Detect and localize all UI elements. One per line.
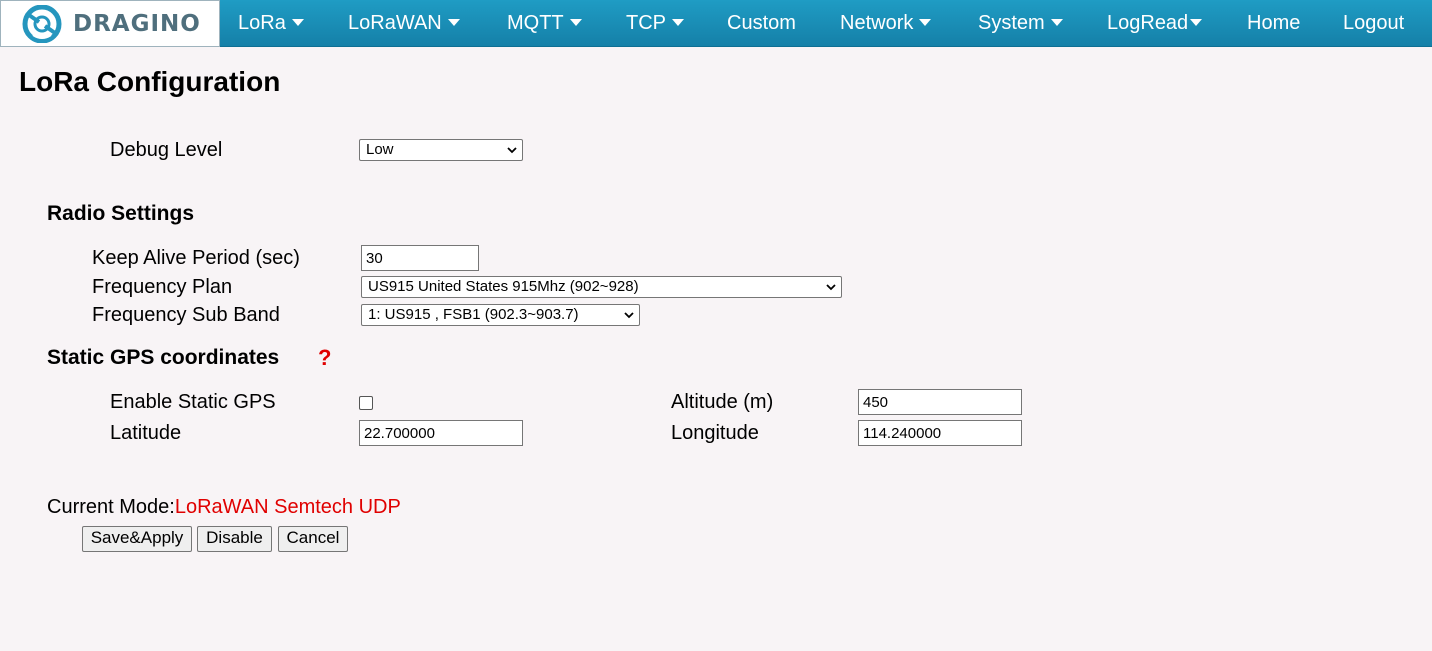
nav-lorawan-label: LoRaWAN xyxy=(348,12,442,34)
nav-system-label: System xyxy=(978,12,1045,34)
nav-mqtt[interactable]: MQTT xyxy=(507,0,582,47)
caret-down-icon xyxy=(1190,19,1203,26)
sub-band-select[interactable]: 1: US915 , FSB1 (902.3~903.7) xyxy=(361,304,640,326)
chevron-down-icon xyxy=(624,312,634,319)
nav-system[interactable]: System xyxy=(978,0,1063,47)
nav-tcp-label: TCP xyxy=(626,12,666,34)
save-apply-button[interactable]: Save&Apply xyxy=(82,526,192,552)
logo-text: DRAGINO xyxy=(73,11,201,37)
enable-static-gps-checkbox[interactable] xyxy=(359,396,373,410)
nav-network-label: Network xyxy=(840,12,914,34)
latitude-label: Latitude xyxy=(110,422,182,444)
current-mode-value: LoRaWAN Semtech UDP xyxy=(174,496,401,518)
nav-custom-label: Custom xyxy=(727,12,796,34)
caret-down-icon xyxy=(569,19,582,26)
nav-lorawan[interactable]: LoRaWAN xyxy=(348,0,460,47)
static-gps-heading: Static GPS coordinates xyxy=(47,346,280,369)
debug-level-select[interactable]: Low xyxy=(359,139,523,161)
debug-level-label: Debug Level xyxy=(110,139,223,161)
nav-tcp[interactable]: TCP xyxy=(626,0,684,47)
chevron-down-icon xyxy=(507,147,517,154)
nav-custom[interactable]: Custom xyxy=(727,0,796,47)
latitude-input[interactable] xyxy=(359,420,523,446)
frequency-plan-select[interactable]: US915 United States 915Mhz (902~928) xyxy=(361,276,842,298)
caret-down-icon xyxy=(447,19,460,26)
help-question-icon[interactable]: ? xyxy=(318,345,331,371)
disable-button[interactable]: Disable xyxy=(197,526,272,552)
dragino-logo[interactable]: DRAGINO xyxy=(0,0,220,47)
radio-settings-heading: Radio Settings xyxy=(47,202,195,225)
nav-logread[interactable]: LogRead xyxy=(1107,0,1203,47)
nav-lora-label: LoRa xyxy=(238,12,286,34)
nav-logout-label: Logout xyxy=(1343,12,1405,34)
nav-home-label: Home xyxy=(1247,12,1301,34)
longitude-label: Longitude xyxy=(671,422,759,444)
caret-down-icon xyxy=(291,19,304,26)
keep-alive-input[interactable] xyxy=(361,245,479,271)
frequency-plan-value: US915 United States 915Mhz (902~928) xyxy=(368,278,639,295)
caret-down-icon xyxy=(1050,19,1063,26)
nav-logread-label: LogRead xyxy=(1107,12,1189,34)
nav-network[interactable]: Network xyxy=(840,0,932,47)
page-title: LoRa Configuration xyxy=(19,66,281,97)
dragino-logo-icon xyxy=(22,5,62,43)
caret-down-icon xyxy=(672,19,684,26)
altitude-input[interactable] xyxy=(858,389,1022,415)
sub-band-value: 1: US915 , FSB1 (902.3~903.7) xyxy=(368,306,579,323)
top-navbar: DRAGINO LoRa LoRaWAN MQTT TCP Custom Net… xyxy=(0,0,1432,47)
nav-mqtt-label: MQTT xyxy=(507,12,564,34)
enable-static-gps-label: Enable Static GPS xyxy=(110,391,276,413)
nav-home[interactable]: Home xyxy=(1247,0,1300,47)
keep-alive-label: Keep Alive Period (sec) xyxy=(92,247,300,269)
chevron-down-icon xyxy=(826,284,836,291)
frequency-plan-label: Frequency Plan xyxy=(92,276,233,298)
caret-down-icon xyxy=(919,19,932,26)
altitude-label: Altitude (m) xyxy=(671,391,774,413)
nav-lora[interactable]: LoRa xyxy=(238,0,304,47)
debug-level-value: Low xyxy=(366,141,394,158)
longitude-input[interactable] xyxy=(858,420,1022,446)
current-mode: Current Mode:LoRaWAN Semtech UDP xyxy=(47,496,401,519)
nav-logout[interactable]: Logout xyxy=(1343,0,1404,47)
sub-band-label: Frequency Sub Band xyxy=(92,304,280,326)
cancel-button[interactable]: Cancel xyxy=(278,526,348,552)
current-mode-label: Current Mode: xyxy=(47,496,175,518)
